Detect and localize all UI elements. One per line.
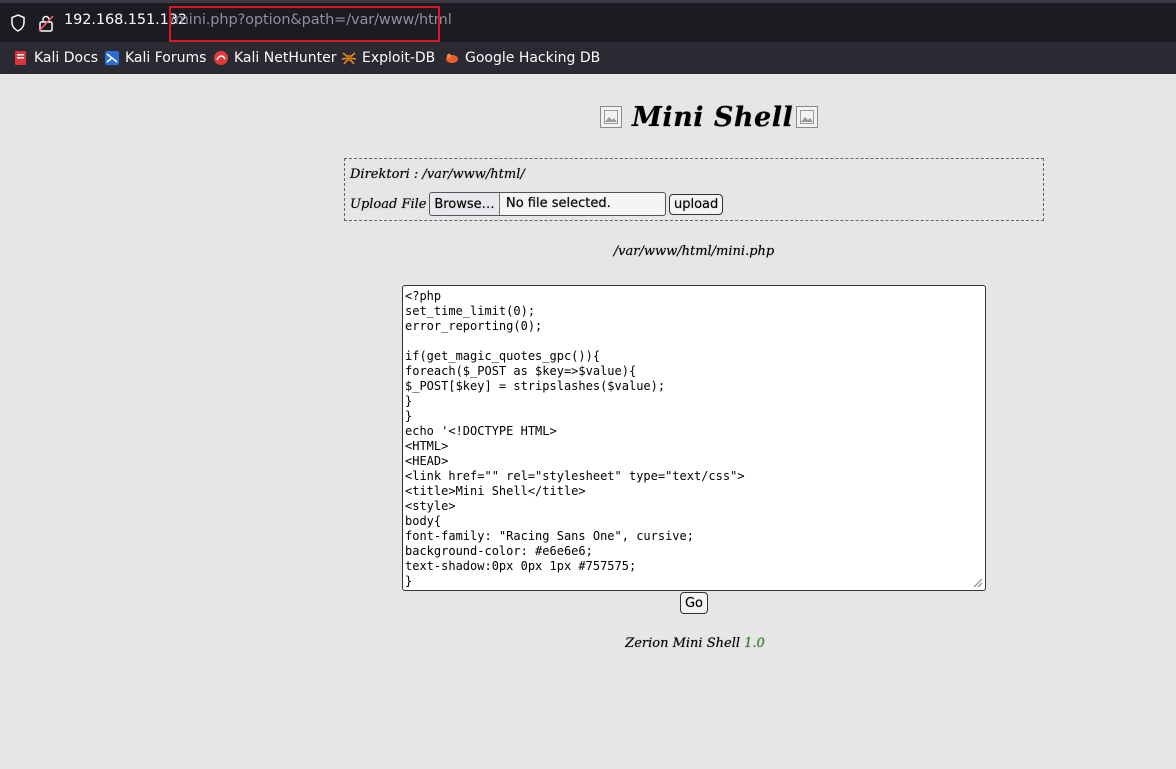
shield-icon[interactable] xyxy=(10,14,26,32)
google-hacking-db-icon xyxy=(446,53,458,63)
kali-forums-icon xyxy=(105,51,119,65)
bookmark-label: Kali Forums xyxy=(125,50,207,66)
url-highlight-box xyxy=(169,6,440,42)
directory-path[interactable]: Direktori : /var/www/html/ xyxy=(350,167,525,182)
file-input[interactable]: Browse… No file selected. xyxy=(429,192,666,216)
browse-button[interactable]: Browse… xyxy=(430,193,500,215)
bookmark-exploit-db[interactable]: Exploit-DB xyxy=(341,48,435,68)
file-status: No file selected. xyxy=(506,196,611,211)
page-title: Mini Shell xyxy=(632,101,794,133)
resize-handle-icon[interactable] xyxy=(973,578,983,588)
current-file-path: /var/www/html/mini.php xyxy=(613,244,775,259)
broken-image-icon xyxy=(600,106,622,128)
bookmark-google-hacking-db[interactable]: Google Hacking DB xyxy=(444,48,600,68)
kali-nethunter-icon xyxy=(214,51,228,65)
bookmark-kali-forums[interactable]: Kali Forums xyxy=(104,48,206,68)
exploit-db-icon xyxy=(341,52,357,65)
footer-version: 1.0 xyxy=(744,636,765,651)
page-header: Mini Shell xyxy=(600,98,819,136)
bookmark-kali-nethunter[interactable]: Kali NetHunter xyxy=(213,48,336,68)
url-bar[interactable]: 192.168.151.132 /mini.php?option&path=/v… xyxy=(0,0,1176,42)
broken-image-icon xyxy=(796,106,819,128)
file-editor-textarea[interactable]: <?php set_time_limit(0); error_reporting… xyxy=(402,285,986,591)
footer: Zerion Mini Shell 1.0 xyxy=(0,636,1176,651)
kali-docs-icon xyxy=(15,51,26,65)
bookmark-label: Kali NetHunter xyxy=(234,50,337,66)
upload-button[interactable]: upload xyxy=(669,194,724,215)
bookmark-kali-docs[interactable]: Kali Docs xyxy=(13,48,98,68)
bookmark-label: Kali Docs xyxy=(34,50,99,66)
upload-label: Upload File : xyxy=(350,197,436,212)
bookmark-label: Exploit-DB xyxy=(362,50,436,66)
bookmark-label: Google Hacking DB xyxy=(465,50,601,66)
footer-name: Zerion Mini Shell xyxy=(625,636,741,651)
directory-panel: Direktori : /var/www/html/ Upload File :… xyxy=(344,158,1044,221)
go-button[interactable]: Go xyxy=(680,592,708,614)
bookmarks-toolbar: Kali Docs Kali Forums Kali NetHunter Exp… xyxy=(0,42,1176,74)
page-content: Mini Shell Direktori : /var/www/html/ Up… xyxy=(0,74,1176,769)
insecure-lock-icon[interactable] xyxy=(38,14,54,32)
file-content[interactable]: <?php set_time_limit(0); error_reporting… xyxy=(403,286,985,590)
